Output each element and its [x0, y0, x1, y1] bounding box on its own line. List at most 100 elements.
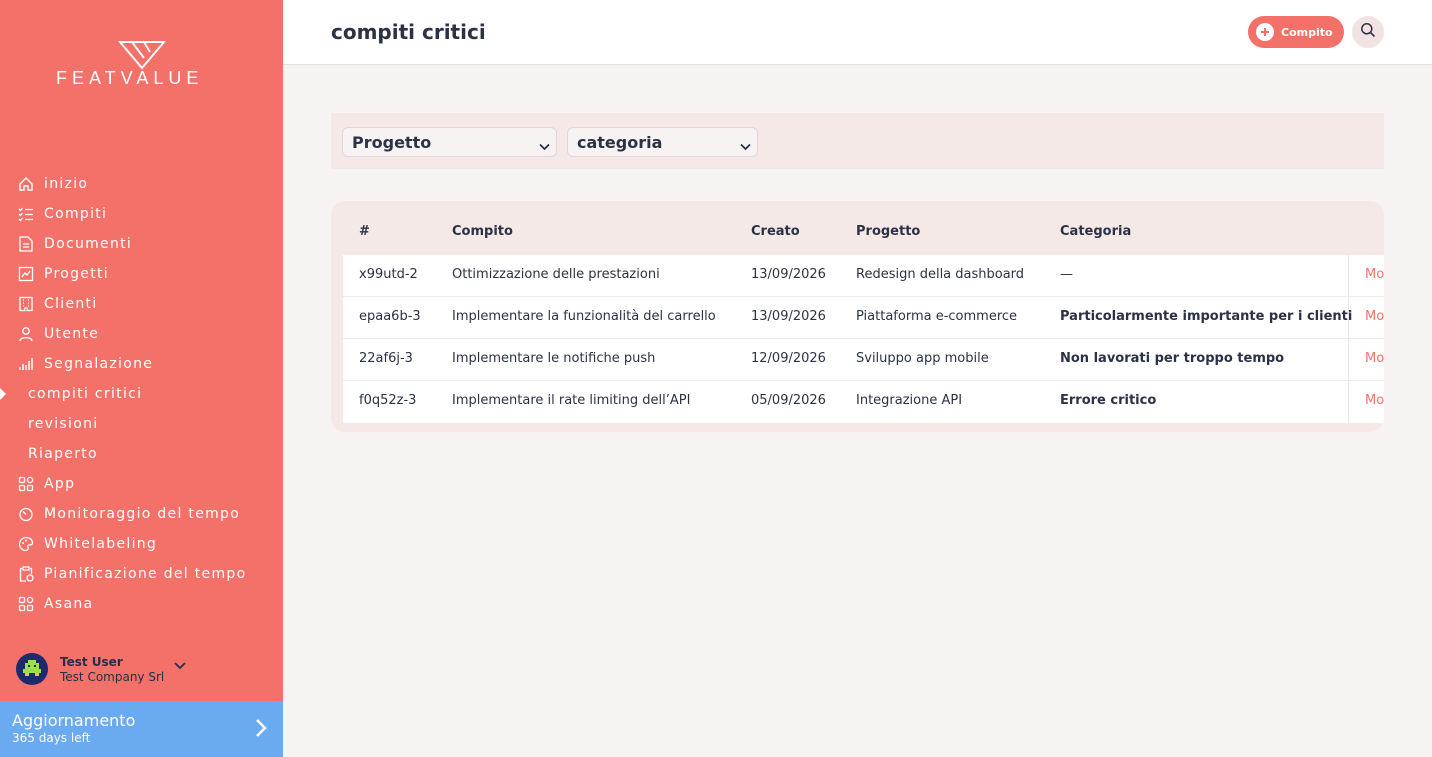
- add-task-button[interactable]: Compito: [1248, 16, 1344, 48]
- category-select-value: categoria: [577, 132, 663, 152]
- column-header: Compito: [452, 224, 513, 239]
- add-task-label: Compito: [1281, 25, 1333, 39]
- search-button[interactable]: [1352, 16, 1384, 48]
- page-title: compiti critici: [331, 20, 486, 44]
- user-name: Test User: [60, 654, 123, 669]
- apps-icon: [17, 595, 35, 613]
- cell-created: 13/09/2026: [751, 267, 826, 282]
- sidebar-item-label: Pianificazione del tempo: [44, 566, 247, 582]
- timer-icon: [17, 505, 35, 523]
- user-company: Test Company Srl: [60, 669, 165, 684]
- project-select-value: Progetto: [352, 132, 432, 152]
- sidebar-item-label: Whitelabeling: [44, 536, 158, 552]
- sidebar-item-label: Utente: [44, 326, 100, 342]
- cell-id: x99utd-2: [359, 267, 418, 282]
- document-icon: [17, 235, 35, 253]
- table-row[interactable]: f0q52z-3 Implementare il rate limiting d…: [343, 381, 1384, 423]
- column-header: Progetto: [856, 224, 921, 239]
- sidebar-item-label: App: [44, 476, 76, 492]
- divider: [1348, 255, 1349, 297]
- sidebar-item-clienti[interactable]: Clienti: [0, 289, 283, 319]
- row-action-link[interactable]: Mo: [1365, 309, 1384, 324]
- sidebar-item-label: Documenti: [44, 236, 133, 252]
- logo-mark-icon: [118, 41, 166, 70]
- sidebar-item-label: Progetti: [44, 266, 109, 282]
- column-header: Creato: [751, 224, 800, 239]
- cell-id: 22af6j-3: [359, 351, 413, 366]
- divider: [1348, 339, 1349, 381]
- row-action-link[interactable]: Mo: [1365, 393, 1384, 408]
- sidebar-item-segnalazione[interactable]: Segnalazione: [0, 349, 283, 379]
- divider: [1348, 297, 1349, 339]
- sidebar-item-utente[interactable]: Utente: [0, 319, 283, 349]
- project-select[interactable]: Progetto: [342, 127, 557, 157]
- sidebar-item-label: Monitoraggio del tempo: [44, 506, 241, 522]
- cell-task: Implementare il rate limiting dell’API: [452, 393, 691, 408]
- sidebar-item-compiti[interactable]: Compiti: [0, 199, 283, 229]
- home-icon: [17, 175, 35, 193]
- table-row[interactable]: 22af6j-3 Implementare le notifiche push …: [343, 339, 1384, 381]
- search-icon: [1360, 22, 1376, 42]
- sidebar-item-compiti-critici[interactable]: compiti critici: [0, 379, 283, 409]
- cell-category: Particolarmente importante per i clienti: [1060, 309, 1353, 324]
- sidebar-item-label: Clienti: [44, 296, 98, 312]
- column-header: Categoria: [1060, 224, 1132, 239]
- table-row[interactable]: epaa6b-3 Implementare la funzionalità de…: [343, 297, 1384, 339]
- chart-icon: [17, 265, 35, 283]
- category-select[interactable]: categoria: [567, 127, 758, 157]
- cell-created: 05/09/2026: [751, 393, 826, 408]
- bar-chart-icon: [17, 355, 35, 373]
- logo[interactable]: FEATVALUE: [56, 40, 228, 90]
- sidebar-item-pianificazione[interactable]: Pianificazione del tempo: [0, 559, 283, 589]
- sidebar-item-label: revisioni: [28, 416, 99, 432]
- upgrade-subtitle: 365 days left: [12, 731, 91, 745]
- row-action-link[interactable]: Mo: [1365, 267, 1384, 282]
- sidebar-item-asana[interactable]: Asana: [0, 589, 283, 619]
- cell-project: Sviluppo app mobile: [856, 351, 989, 366]
- sidebar: FEATVALUE inizio Compiti Documenti Proge…: [0, 0, 283, 757]
- chevron-down-icon: [539, 136, 550, 155]
- sidebar-item-label: Asana: [44, 596, 94, 612]
- filters-bar: Progetto categoria: [331, 113, 1384, 169]
- sidebar-item-label: compiti critici: [28, 386, 143, 402]
- cell-created: 12/09/2026: [751, 351, 826, 366]
- cell-category: Errore critico: [1060, 393, 1157, 408]
- chevron-down-icon: [740, 136, 751, 155]
- column-header: #: [359, 224, 370, 239]
- divider: [1348, 381, 1349, 423]
- cell-project: Redesign della dashboard: [856, 267, 1025, 282]
- sidebar-nav: inizio Compiti Documenti Progetti Client…: [0, 169, 283, 619]
- sidebar-item-app[interactable]: App: [0, 469, 283, 499]
- clipboard-clock-icon: [17, 565, 35, 583]
- chevron-right-icon: [255, 718, 267, 742]
- tasks-table: # Compito Creato Progetto Categoria x99u…: [331, 201, 1384, 432]
- upgrade-title: Aggiornamento: [12, 711, 136, 730]
- cell-project: Piattaforma e-commerce: [856, 309, 1018, 324]
- sidebar-item-riaperto[interactable]: Riaperto: [0, 439, 283, 469]
- sidebar-item-revisioni[interactable]: revisioni: [0, 409, 283, 439]
- checklist-icon: [17, 205, 35, 223]
- sidebar-item-monitoraggio[interactable]: Monitoraggio del tempo: [0, 499, 283, 529]
- sidebar-item-label: inizio: [44, 176, 89, 192]
- cell-category: —: [1060, 267, 1073, 282]
- sidebar-item-documenti[interactable]: Documenti: [0, 229, 283, 259]
- cell-category: Non lavorati per troppo tempo: [1060, 351, 1285, 366]
- sidebar-item-inizio[interactable]: inizio: [0, 169, 283, 199]
- sidebar-item-label: Segnalazione: [44, 356, 154, 372]
- sidebar-item-label: Compiti: [44, 206, 108, 222]
- cell-task: Ottimizzazione delle prestazioni: [452, 267, 660, 282]
- cell-task: Implementare la funzionalità del carrell…: [452, 309, 716, 324]
- sidebar-item-whitelabeling[interactable]: Whitelabeling: [0, 529, 283, 559]
- cell-task: Implementare le notifiche push: [452, 351, 656, 366]
- row-action-link[interactable]: Mo: [1365, 351, 1384, 366]
- chevron-down-icon[interactable]: [174, 655, 186, 674]
- header: compiti critici Compito: [283, 0, 1432, 65]
- sidebar-item-progetti[interactable]: Progetti: [0, 259, 283, 289]
- user-menu[interactable]: Test User Test Company Srl: [16, 651, 276, 687]
- cell-project: Integrazione API: [856, 393, 963, 408]
- upgrade-banner[interactable]: Aggiornamento 365 days left: [0, 701, 283, 757]
- table-row[interactable]: x99utd-2 Ottimizzazione delle prestazion…: [343, 255, 1384, 297]
- building-icon: [17, 295, 35, 313]
- sidebar-item-label: Riaperto: [28, 446, 98, 462]
- avatar: [16, 653, 48, 685]
